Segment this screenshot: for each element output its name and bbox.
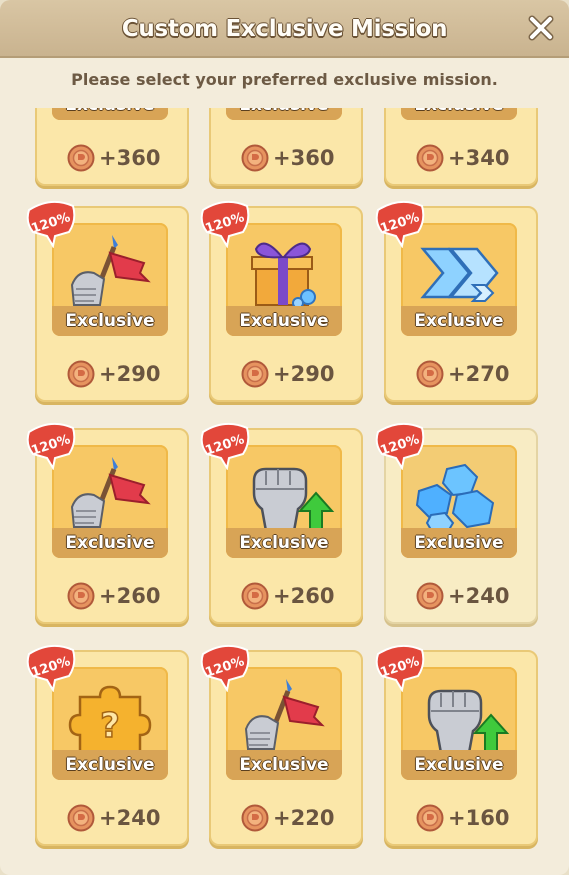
reward-amount: +240 <box>99 806 161 830</box>
coin-icon <box>67 144 95 172</box>
coin-icon <box>67 804 95 832</box>
mission-card[interactable]: Exclusive 120% +260 <box>200 422 363 624</box>
reward: +220 <box>211 802 361 832</box>
bonus-badge: 120% <box>375 644 425 692</box>
mission-card[interactable]: Exclusive 120% +290 <box>26 200 189 402</box>
exclusive-label: Exclusive <box>401 750 517 780</box>
reward: +340 <box>386 142 536 172</box>
reward: +240 <box>37 802 187 832</box>
mission-dialog: Custom Exclusive Mission Please select y… <box>0 0 569 875</box>
coin-icon <box>67 582 95 610</box>
mission-card[interactable]: Exclusive 120% +260 <box>26 422 189 624</box>
reward: +290 <box>37 358 187 388</box>
bonus-badge: 120% <box>200 644 250 692</box>
reward-amount: +240 <box>448 584 510 608</box>
reward-amount: +290 <box>99 362 161 386</box>
reward: +240 <box>386 580 536 610</box>
mission-card-selected[interactable]: Exclusive 120% +240 <box>375 422 538 624</box>
reward-amount: +290 <box>273 362 335 386</box>
coin-icon <box>416 804 444 832</box>
dialog-title: Custom Exclusive Mission <box>121 16 448 42</box>
exclusive-label: Exclusive <box>401 108 517 120</box>
bonus-badge: 120% <box>200 422 250 470</box>
reward-amount: +270 <box>448 362 510 386</box>
bonus-badge: 120% <box>200 200 250 248</box>
bonus-badge: 120% <box>26 200 76 248</box>
reward-amount: +360 <box>99 146 161 170</box>
bonus-badge: 120% <box>375 422 425 470</box>
coin-icon <box>416 360 444 388</box>
bonus-badge: 120% <box>26 422 76 470</box>
reward: +270 <box>386 358 536 388</box>
mission-grid[interactable]: Exclusive +360 Exclusive +360 Exclusive … <box>0 108 569 875</box>
exclusive-label: Exclusive <box>226 108 342 120</box>
svg-text:?: ? <box>100 706 120 746</box>
reward: +260 <box>211 580 361 610</box>
close-icon[interactable] <box>527 14 555 42</box>
reward: +260 <box>37 580 187 610</box>
mission-card[interactable]: ? Exclusive 120% +240 <box>26 644 189 846</box>
mission-card[interactable]: Exclusive 120% +270 <box>375 200 538 402</box>
exclusive-label: Exclusive <box>226 306 342 336</box>
mission-icon-frame: Exclusive <box>226 108 342 120</box>
mission-icon-frame: Exclusive <box>52 108 168 120</box>
reward: +360 <box>211 142 361 172</box>
bonus-badge: 120% <box>375 200 425 248</box>
reward-amount: +260 <box>273 584 335 608</box>
reward-amount: +340 <box>448 146 510 170</box>
coin-icon <box>416 582 444 610</box>
coin-icon <box>241 582 269 610</box>
mission-card[interactable]: Exclusive +360 <box>35 108 189 186</box>
mission-card[interactable]: Exclusive 120% +160 <box>375 644 538 846</box>
coin-icon <box>241 144 269 172</box>
reward-amount: +220 <box>273 806 335 830</box>
reward-amount: +260 <box>99 584 161 608</box>
mission-card[interactable]: Exclusive 120% +290 <box>200 200 363 402</box>
exclusive-label: Exclusive <box>52 750 168 780</box>
reward: +290 <box>211 358 361 388</box>
exclusive-label: Exclusive <box>401 528 517 558</box>
mission-icon-frame: Exclusive <box>401 108 517 120</box>
reward-amount: +360 <box>273 146 335 170</box>
reward: +360 <box>37 142 187 172</box>
exclusive-label: Exclusive <box>226 750 342 780</box>
coin-icon <box>241 804 269 832</box>
exclusive-label: Exclusive <box>401 306 517 336</box>
exclusive-label: Exclusive <box>52 528 168 558</box>
mission-card[interactable]: Exclusive +340 <box>384 108 538 186</box>
coin-icon <box>416 144 444 172</box>
reward-amount: +160 <box>448 806 510 830</box>
bonus-badge: 120% <box>26 644 76 692</box>
reward: +160 <box>386 802 536 832</box>
coin-icon <box>241 360 269 388</box>
title-bar: Custom Exclusive Mission <box>0 0 569 58</box>
dialog-subtitle: Please select your preferred exclusive m… <box>71 70 498 89</box>
mission-card[interactable]: Exclusive +360 <box>209 108 363 186</box>
exclusive-label: Exclusive <box>52 306 168 336</box>
mission-card[interactable]: Exclusive 120% +220 <box>200 644 363 846</box>
exclusive-label: Exclusive <box>52 108 168 120</box>
coin-icon <box>67 360 95 388</box>
exclusive-label: Exclusive <box>226 528 342 558</box>
